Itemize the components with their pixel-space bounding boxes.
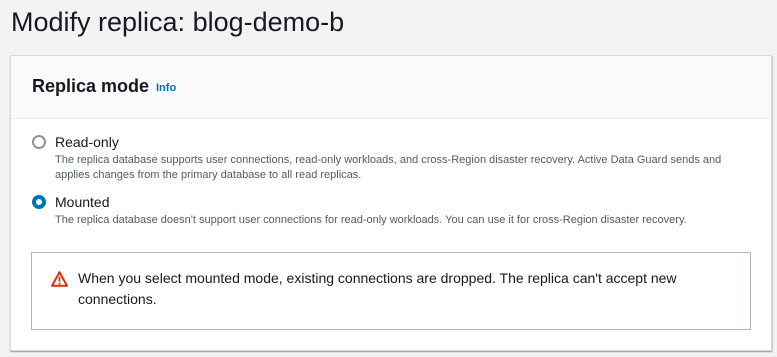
page-title: Modify replica: blog-demo-b (11, 7, 345, 37)
panel-header: Replica mode Info (11, 56, 771, 119)
radio-label-read-only[interactable]: Read-only (55, 132, 119, 152)
warning-triangle-icon (51, 271, 68, 287)
replica-mode-panel: Replica mode Info Read-only The replica … (10, 55, 772, 351)
radio-label-mounted[interactable]: Mounted (55, 192, 109, 212)
warning-text: When you select mounted mode, existing c… (78, 270, 677, 307)
panel-title: Replica mode (32, 76, 150, 96)
warning-alert: When you select mounted mode, existing c… (31, 252, 751, 330)
radio-button-mounted[interactable] (32, 195, 46, 209)
radio-description-read-only: The replica database supports user conne… (55, 154, 722, 181)
info-link[interactable]: Info (156, 81, 176, 95)
radio-description-mounted: The replica database doesn't support use… (55, 214, 687, 226)
radio-button-read-only[interactable] (32, 135, 46, 149)
